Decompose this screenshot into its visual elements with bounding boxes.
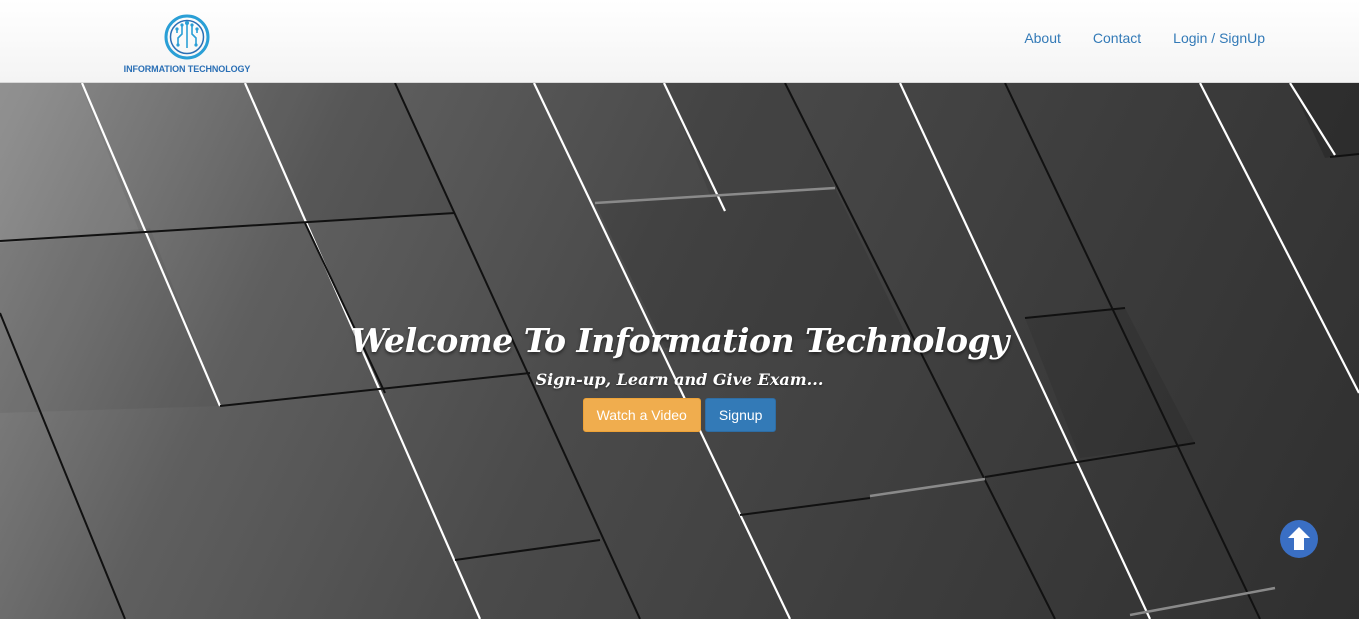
hero-section: Welcome To Information Technology Sign-u… bbox=[0, 83, 1359, 619]
signup-button[interactable]: Signup bbox=[704, 398, 777, 432]
arrow-up-circle-icon bbox=[1280, 520, 1318, 558]
brand-name: INFORMATION TECHNOLOGY bbox=[123, 64, 251, 74]
watch-video-button[interactable]: Watch a Video bbox=[582, 398, 701, 432]
navbar: INFORMATION TECHNOLOGY About Contact Log… bbox=[0, 0, 1359, 83]
hero-title: Welcome To Information Technology bbox=[350, 321, 1009, 360]
hero-subtitle: Sign-up, Learn and Give Exam... bbox=[535, 370, 824, 389]
scroll-to-top-button[interactable] bbox=[1279, 519, 1319, 559]
nav-link-about[interactable]: About bbox=[1024, 30, 1061, 46]
nav-link-contact[interactable]: Contact bbox=[1093, 30, 1141, 46]
circuit-globe-icon bbox=[164, 14, 210, 60]
brand-logo[interactable]: INFORMATION TECHNOLOGY bbox=[118, 14, 256, 74]
nav-menu: About Contact Login / SignUp bbox=[1024, 0, 1265, 76]
hero-buttons: Watch a Video Signup bbox=[582, 398, 777, 432]
nav-link-login-signup[interactable]: Login / SignUp bbox=[1173, 30, 1265, 46]
hero-content: Welcome To Information Technology Sign-u… bbox=[0, 321, 1359, 432]
